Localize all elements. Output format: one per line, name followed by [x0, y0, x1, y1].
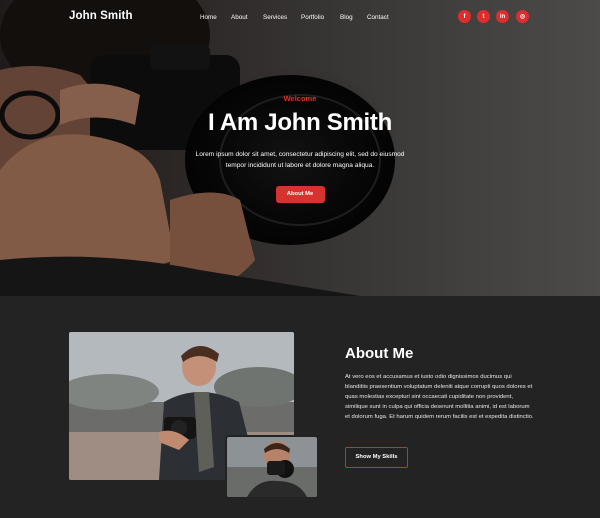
photographer-closeup-photo: [227, 437, 317, 497]
hero-description: Lorem ipsum dolor sit amet, consectetur …: [0, 149, 600, 171]
hero-description-line-2: tempor incididunt ut labore et dolore ma…: [225, 162, 375, 169]
nav-link-portfolio[interactable]: Portfolio: [301, 14, 324, 21]
site-logo[interactable]: John Smith: [69, 10, 133, 22]
linkedin-icon[interactable]: in: [496, 10, 509, 23]
about-section: About Me At vero eos et accusamus et ius…: [0, 296, 600, 518]
hero-description-line-1: Lorem ipsum dolor sit amet, consectetur …: [195, 151, 405, 158]
about-secondary-photo: [227, 437, 317, 497]
nav-link-home[interactable]: Home: [200, 14, 217, 21]
twitter-icon[interactable]: t: [477, 10, 490, 23]
top-navigation: John Smith Home About Services Portfolio…: [0, 0, 600, 36]
hero-content: Welcome I Am John Smith Lorem ipsum dolo…: [0, 94, 600, 203]
about-me-button[interactable]: About Me: [275, 186, 325, 203]
nav-link-contact[interactable]: Contact: [367, 14, 389, 21]
nav-link-services[interactable]: Services: [263, 14, 287, 21]
instagram-icon[interactable]: ◎: [516, 10, 529, 23]
nav-link-blog[interactable]: Blog: [340, 14, 353, 21]
about-description: At vero eos et accusamus et iusto odio d…: [345, 374, 534, 421]
hero-title: I Am John Smith: [208, 109, 392, 136]
nav-link-about[interactable]: About: [231, 14, 247, 21]
about-title: About Me: [345, 345, 414, 362]
hero-section: John Smith Home About Services Portfolio…: [0, 0, 600, 296]
hero-eyebrow: Welcome: [283, 94, 317, 103]
show-my-skills-button[interactable]: Show My Skills: [345, 447, 408, 468]
facebook-icon[interactable]: f: [458, 10, 471, 23]
